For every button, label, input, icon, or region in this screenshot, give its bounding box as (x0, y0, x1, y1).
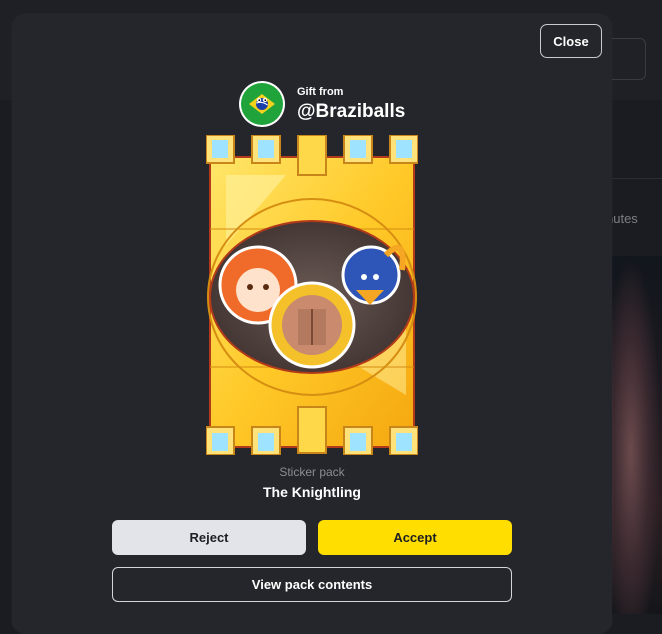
avatar (239, 81, 285, 127)
pack-name: The Knightling (263, 484, 361, 500)
background-media-image (610, 256, 662, 614)
sticker-pack-art (206, 135, 418, 455)
gift-from-label: Gift from (297, 86, 344, 98)
sender-username: @Braziballs (297, 101, 406, 122)
view-pack-contents-button[interactable]: View pack contents (112, 567, 512, 602)
brazil-flag-ball-icon (241, 83, 283, 125)
reject-button[interactable]: Reject (112, 520, 306, 555)
close-button[interactable]: Close (540, 24, 602, 58)
gift-sender-info: Gift from @Braziballs (297, 85, 405, 123)
accept-button[interactable]: Accept (318, 520, 512, 555)
pack-type-label: Sticker pack (279, 465, 345, 479)
gift-sender-header: Gift from @Braziballs (239, 81, 405, 127)
